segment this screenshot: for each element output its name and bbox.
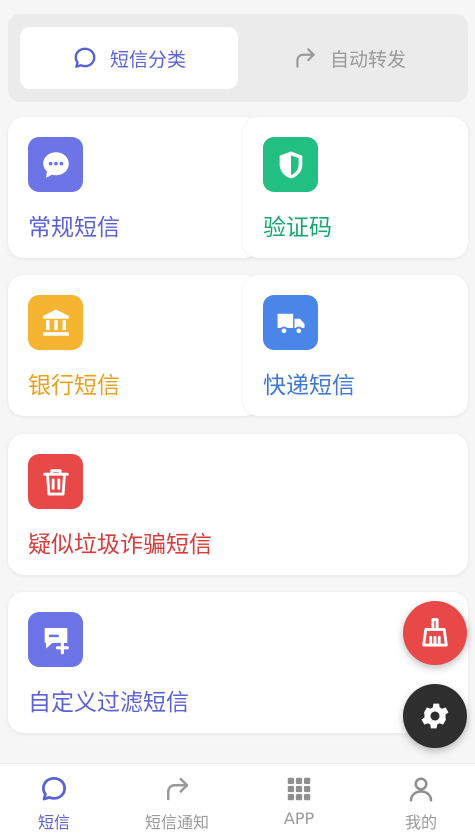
gear-icon	[421, 703, 449, 729]
card-spam-sms[interactable]: 疑似垃圾诈骗短信	[8, 434, 468, 575]
card-custom-filter-sms-label: 自定义过滤短信	[28, 690, 189, 716]
trash-icon	[28, 454, 83, 509]
shield-icon	[263, 137, 318, 192]
message-dots-icon	[28, 137, 83, 192]
nav-item-sms-notify[interactable]: 短信通知	[118, 764, 236, 834]
card-express-sms[interactable]: 快递短信	[243, 275, 468, 416]
person-icon	[409, 777, 433, 802]
tab-auto-forward-label: 自动转发	[329, 48, 406, 71]
card-custom-filter-sms[interactable]: 自定义过滤短信	[8, 592, 468, 733]
card-normal-sms-label: 常规短信	[28, 215, 120, 241]
chat-bubble-icon	[74, 47, 96, 68]
tab-sms-category[interactable]: 短信分类	[20, 27, 238, 89]
broom-icon	[422, 618, 448, 647]
nav-item-me[interactable]: 我的	[362, 764, 475, 834]
chat-bubble-icon	[42, 777, 66, 801]
card-normal-sms[interactable]: 常规短信	[8, 117, 260, 258]
settings-button[interactable]	[403, 684, 467, 748]
nav-item-sms-label: 短信	[37, 813, 70, 832]
truck-icon	[263, 295, 318, 350]
nav-item-app[interactable]: APP	[240, 764, 358, 834]
nav-item-me-label: 我的	[404, 813, 437, 832]
category-tab-bar: 短信分类 自动转发	[8, 14, 468, 102]
bank-icon	[28, 295, 83, 350]
tab-auto-forward[interactable]: 自动转发	[240, 27, 458, 89]
nav-item-sms[interactable]: 短信	[0, 764, 113, 834]
nav-item-app-label: APP	[283, 809, 315, 828]
card-bank-sms-label: 银行短信	[28, 373, 120, 399]
grid-icon	[287, 777, 311, 801]
forward-arrow-icon	[167, 777, 189, 801]
card-bank-sms[interactable]: 银行短信	[8, 275, 260, 416]
nav-item-sms-notify-label: 短信通知	[144, 813, 209, 832]
add-message-icon	[28, 612, 83, 667]
card-verification-code-label: 验证码	[263, 215, 332, 241]
card-verification-code[interactable]: 验证码	[243, 117, 468, 258]
card-spam-sms-label: 疑似垃圾诈骗短信	[28, 532, 212, 558]
clean-button[interactable]	[403, 601, 467, 665]
forward-arrow-icon	[296, 48, 315, 68]
bottom-navigation: 短信 短信通知 APP 我的	[0, 763, 475, 834]
tab-sms-category-label: 短信分类	[109, 48, 186, 71]
card-express-sms-label: 快递短信	[263, 373, 355, 399]
